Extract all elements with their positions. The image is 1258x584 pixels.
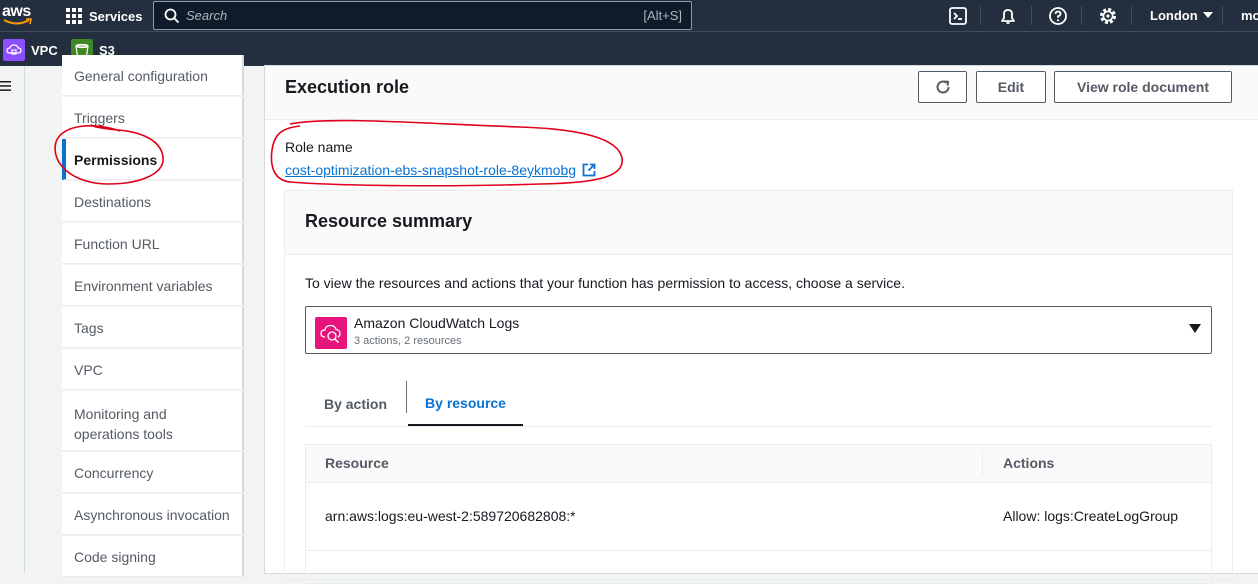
section-nav-environment-variables[interactable]: Environment variables [62,265,244,306]
external-link-icon [582,163,596,177]
panel-header: Execution role Edit View role document [265,66,1258,120]
section-nav-vpc[interactable]: VPC [62,349,244,390]
menu-icon[interactable] [0,80,12,92]
column-divider [982,451,983,476]
section-nav-permissions[interactable]: Permissions [62,139,244,180]
view-role-document-button[interactable]: View role document [1054,71,1232,103]
panel-title: Execution role [285,77,410,97]
edit-button[interactable]: Edit [976,71,1046,103]
section-nav-concurrency[interactable]: Concurrency [62,452,244,493]
configuration-section-nav: General configuration Triggers Permissio… [62,55,246,577]
favorite-label: VPC [31,42,58,58]
services-label: Services [89,8,143,24]
caret-down-icon [1189,324,1201,333]
section-nav-general-configuration[interactable]: General configuration [62,55,244,96]
search-bar[interactable]: [Alt+S] [153,1,692,30]
search-shortcut-hint: [Alt+S] [643,8,682,23]
help-icon[interactable] [1048,6,1068,26]
section-nav-destinations[interactable]: Destinations [62,181,244,222]
service-select[interactable]: Amazon CloudWatch Logs 3 actions, 2 reso… [305,306,1212,354]
resource-summary-description: To view the resources and actions that y… [305,275,905,291]
resource-summary-title: Resource summary [305,211,473,231]
section-nav-code-signing[interactable]: Code signing [62,536,244,577]
resource-summary-card: Resource summary To view the resources a… [284,190,1233,584]
refresh-button[interactable] [918,71,967,103]
actions-cell: Allow: logs:CreateLogGroup [1003,508,1179,524]
tab-by-action[interactable]: By action [305,381,406,426]
vpc-icon [3,39,25,61]
favorite-vpc[interactable]: VPC [3,39,58,61]
tab-by-resource[interactable]: By resource [408,381,523,426]
region-label: London [1150,8,1198,23]
grid-icon [66,8,82,24]
chevron-down-icon [1202,12,1213,18]
section-nav-monitoring[interactable]: Monitoring and operations tools [62,391,244,451]
resource-summary-header: Resource summary [285,191,1232,255]
resource-table: Resource Actions arn:aws:logs:eu-west-2:… [305,444,1212,584]
bell-icon[interactable] [998,6,1018,26]
top-navigation: aws Services [Alt+S] [0,0,1258,31]
service-name: Amazon CloudWatch Logs [354,315,520,331]
side-navigation-divider [24,66,25,573]
service-detail: 3 actions, 2 resources [354,335,462,347]
tab-divider [406,381,407,413]
resource-summary-tabs: By action By resource [305,381,1212,427]
section-nav-asynchronous-invocation[interactable]: Asynchronous invocation [62,494,244,535]
search-input[interactable] [186,8,644,23]
section-nav-tags[interactable]: Tags [62,307,244,348]
execution-role-panel: Execution role Edit View role document R… [265,66,1258,584]
cloudshell-icon[interactable] [948,6,968,26]
cloudwatch-logs-icon [315,317,347,349]
aws-logo[interactable]: aws [2,2,36,29]
table-row: arn:aws:logs:eu-west-2:589720682808:* Al… [306,482,1211,551]
services-menu-button[interactable]: Services [66,7,143,25]
account-menu[interactable]: mo [1241,8,1258,23]
role-name-link[interactable]: cost-optimization-ebs-snapshot-role-8eyk… [285,162,596,178]
resource-cell: arn:aws:logs:eu-west-2:589720682808:* [325,508,576,524]
region-selector[interactable]: London [1150,8,1213,23]
column-header-resource[interactable]: Resource [325,455,389,471]
role-name-label: Role name [285,139,353,155]
table-header: Resource Actions [306,445,1211,483]
aws-smile-icon [3,18,32,25]
role-name-text: cost-optimization-ebs-snapshot-role-8eyk… [285,162,577,178]
section-nav-triggers[interactable]: Triggers [62,97,244,138]
column-header-actions[interactable]: Actions [1003,455,1054,471]
gear-icon[interactable] [1098,6,1118,26]
search-icon [164,8,180,23]
refresh-icon [936,80,950,94]
section-nav-function-url[interactable]: Function URL [62,223,244,264]
